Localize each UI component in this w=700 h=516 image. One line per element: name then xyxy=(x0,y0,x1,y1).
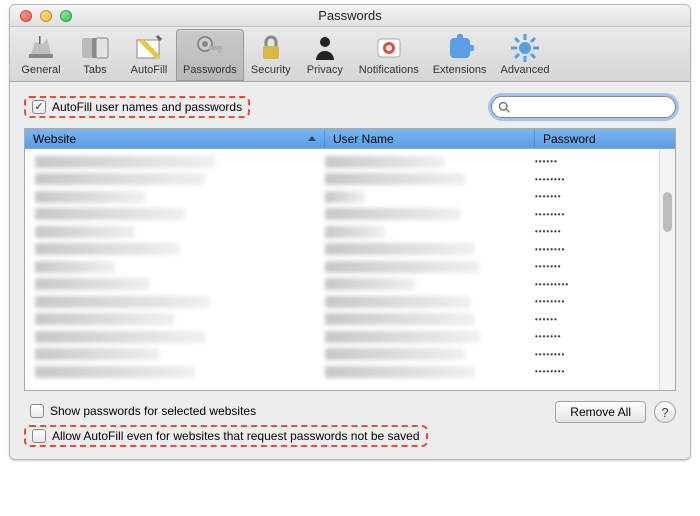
help-button[interactable]: ? xyxy=(654,401,676,423)
password-masked: •••••• xyxy=(535,157,659,166)
toolbar-item-label: General xyxy=(21,64,60,76)
password-masked: ••••••• xyxy=(535,332,659,341)
toolbar-item-label: Passwords xyxy=(183,64,237,76)
privacy-icon xyxy=(309,32,341,64)
toolbar-item-label: Notifications xyxy=(359,64,419,76)
autofill-usernames-passwords-checkbox[interactable]: AutoFill user names and passwords xyxy=(24,96,250,118)
toolbar-item-general[interactable]: General xyxy=(14,29,68,81)
toolbar-item-advanced[interactable]: Advanced xyxy=(494,29,557,81)
notifications-icon xyxy=(373,32,405,64)
table-row[interactable]: •••••••• xyxy=(35,346,659,364)
password-masked: •••••••• xyxy=(535,297,659,306)
column-header-username[interactable]: User Name xyxy=(325,129,535,148)
preferences-toolbar: General Tabs AutoFill Passwords Security Priv… xyxy=(10,27,690,82)
passwords-icon xyxy=(194,32,226,64)
toolbar-item-label: Extensions xyxy=(433,64,487,76)
password-masked: ••••••• xyxy=(535,192,659,201)
table-row[interactable]: •••••••• xyxy=(35,293,659,311)
table-row[interactable]: •••••• xyxy=(35,311,659,329)
titlebar: Passwords xyxy=(10,5,690,27)
table-row[interactable]: ••••••• xyxy=(35,223,659,241)
toolbar-item-tabs[interactable]: Tabs xyxy=(68,29,122,81)
table-row[interactable]: •••••••• xyxy=(35,206,659,224)
toolbar-item-label: Privacy xyxy=(307,64,343,76)
password-masked: ••••••• xyxy=(535,262,659,271)
table-row[interactable]: •••••• xyxy=(35,153,659,171)
table-row[interactable]: •••••••• xyxy=(35,171,659,189)
general-icon xyxy=(25,32,57,64)
password-masked: •••••• xyxy=(535,315,659,324)
allow-autofill-override-checkbox[interactable]: Allow AutoFill even for websites that re… xyxy=(32,429,420,443)
passwords-table: Website User Name Password •••••••••••••… xyxy=(24,128,676,391)
tabs-icon xyxy=(79,32,111,64)
scrollbar-thumb[interactable] xyxy=(663,192,672,232)
toolbar-item-privacy[interactable]: Privacy xyxy=(298,29,352,81)
advanced-icon xyxy=(509,32,541,64)
table-row[interactable]: •••••••• xyxy=(35,363,659,381)
toolbar-item-notifications[interactable]: Notifications xyxy=(352,29,426,81)
password-masked: ••••••• xyxy=(535,227,659,236)
toolbar-item-label: Security xyxy=(251,64,291,76)
password-masked: •••••••• xyxy=(535,210,659,219)
show-passwords-label: Show passwords for selected websites xyxy=(50,404,256,418)
checkbox-icon xyxy=(30,404,44,418)
toolbar-item-security[interactable]: Security xyxy=(244,29,298,81)
table-row[interactable]: ••••••• xyxy=(35,188,659,206)
sort-asc-icon xyxy=(308,136,316,141)
search-input[interactable] xyxy=(514,100,669,114)
autofill-label: AutoFill user names and passwords xyxy=(52,100,242,114)
window-title: Passwords xyxy=(10,8,690,23)
autofill-icon xyxy=(133,32,165,64)
checkbox-icon xyxy=(32,429,46,443)
checkbox-icon xyxy=(32,100,46,114)
toolbar-item-autofill[interactable]: AutoFill xyxy=(122,29,176,81)
toolbar-item-extensions[interactable]: Extensions xyxy=(426,29,494,81)
show-passwords-checkbox[interactable]: Show passwords for selected websites xyxy=(24,401,428,421)
table-row[interactable]: ••••••• xyxy=(35,328,659,346)
password-masked: •••••••• xyxy=(535,175,659,184)
toolbar-item-passwords[interactable]: Passwords xyxy=(176,29,244,81)
toolbar-item-label: Advanced xyxy=(501,64,550,76)
password-masked: •••••••• xyxy=(535,367,659,376)
column-header-website[interactable]: Website xyxy=(25,129,325,148)
remove-all-button[interactable]: Remove All xyxy=(555,401,646,423)
extensions-icon xyxy=(444,32,476,64)
password-masked: ••••••••• xyxy=(535,280,659,289)
preferences-window: Passwords General Tabs AutoFill Passwords Se… xyxy=(9,4,691,460)
search-field[interactable] xyxy=(491,96,676,118)
allow-autofill-label: Allow AutoFill even for websites that re… xyxy=(52,429,420,443)
table-row[interactable]: ••••••••• xyxy=(35,276,659,294)
security-icon xyxy=(255,32,287,64)
table-row[interactable]: •••••••• xyxy=(35,241,659,259)
search-icon xyxy=(498,101,510,113)
toolbar-item-label: Tabs xyxy=(83,64,106,76)
toolbar-item-label: AutoFill xyxy=(131,64,168,76)
password-masked: •••••••• xyxy=(535,245,659,254)
column-header-password[interactable]: Password xyxy=(535,129,675,148)
table-row[interactable]: ••••••• xyxy=(35,258,659,276)
vertical-scrollbar[interactable] xyxy=(659,149,675,390)
password-masked: •••••••• xyxy=(535,350,659,359)
